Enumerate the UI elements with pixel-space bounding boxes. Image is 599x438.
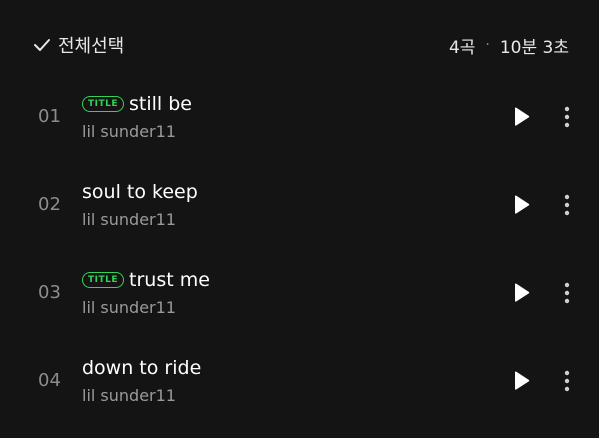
track-number: 04	[38, 370, 61, 391]
track-row[interactable]: 04 down to ride lil sunder11	[0, 337, 599, 425]
track-artist[interactable]: lil sunder11	[82, 298, 210, 317]
play-icon	[515, 195, 530, 214]
more-vertical-icon	[564, 106, 570, 128]
play-button[interactable]	[508, 104, 534, 130]
select-all-label: 전체선택	[58, 36, 125, 57]
title-badge: TITLE	[82, 272, 125, 288]
track-number: 01	[38, 106, 61, 127]
track-row[interactable]: 03 TITLE trust me lil sunder11	[0, 249, 599, 337]
track-count: 4곡	[448, 37, 476, 58]
track-artist[interactable]: lil sunder11	[82, 210, 198, 229]
track-title: trust me	[129, 269, 210, 291]
track-artist[interactable]: lil sunder11	[82, 122, 192, 141]
total-duration: 10분 3초	[499, 37, 569, 58]
check-icon	[32, 35, 52, 55]
title-badge: TITLE	[82, 96, 125, 112]
track-row[interactable]: 02 soul to keep lil sunder11	[0, 161, 599, 249]
play-icon	[515, 107, 530, 126]
play-button[interactable]	[508, 280, 534, 306]
more-options-button[interactable]	[556, 192, 578, 218]
track-info[interactable]: TITLE still be lil sunder11	[82, 89, 192, 141]
more-options-button[interactable]	[556, 104, 578, 130]
track-title: down to ride	[82, 357, 202, 379]
play-icon	[515, 371, 530, 390]
tracklist-summary: 4곡 · 10분 3초	[449, 30, 569, 60]
more-options-button[interactable]	[556, 368, 578, 394]
more-vertical-icon	[564, 370, 570, 392]
track-title: still be	[129, 93, 192, 115]
play-button[interactable]	[508, 192, 534, 218]
track-info[interactable]: down to ride lil sunder11	[82, 353, 201, 405]
separator-dot: ·	[485, 37, 490, 53]
track-number: 02	[38, 194, 61, 215]
play-icon	[515, 283, 530, 302]
track-title: soul to keep	[82, 181, 198, 203]
track-info[interactable]: TITLE trust me lil sunder11	[82, 265, 210, 317]
track-row[interactable]: 01 TITLE still be lil sunder11	[0, 73, 599, 161]
track-number: 03	[38, 282, 61, 303]
select-all-button[interactable]: 전체선택	[32, 30, 124, 60]
track-artist[interactable]: lil sunder11	[82, 386, 201, 405]
track-info[interactable]: soul to keep lil sunder11	[82, 177, 198, 229]
more-options-button[interactable]	[556, 280, 578, 306]
play-button[interactable]	[508, 368, 534, 394]
more-vertical-icon	[564, 282, 570, 304]
track-list: 01 TITLE still be lil sunder11 02 soul t…	[0, 73, 599, 425]
more-vertical-icon	[564, 194, 570, 216]
